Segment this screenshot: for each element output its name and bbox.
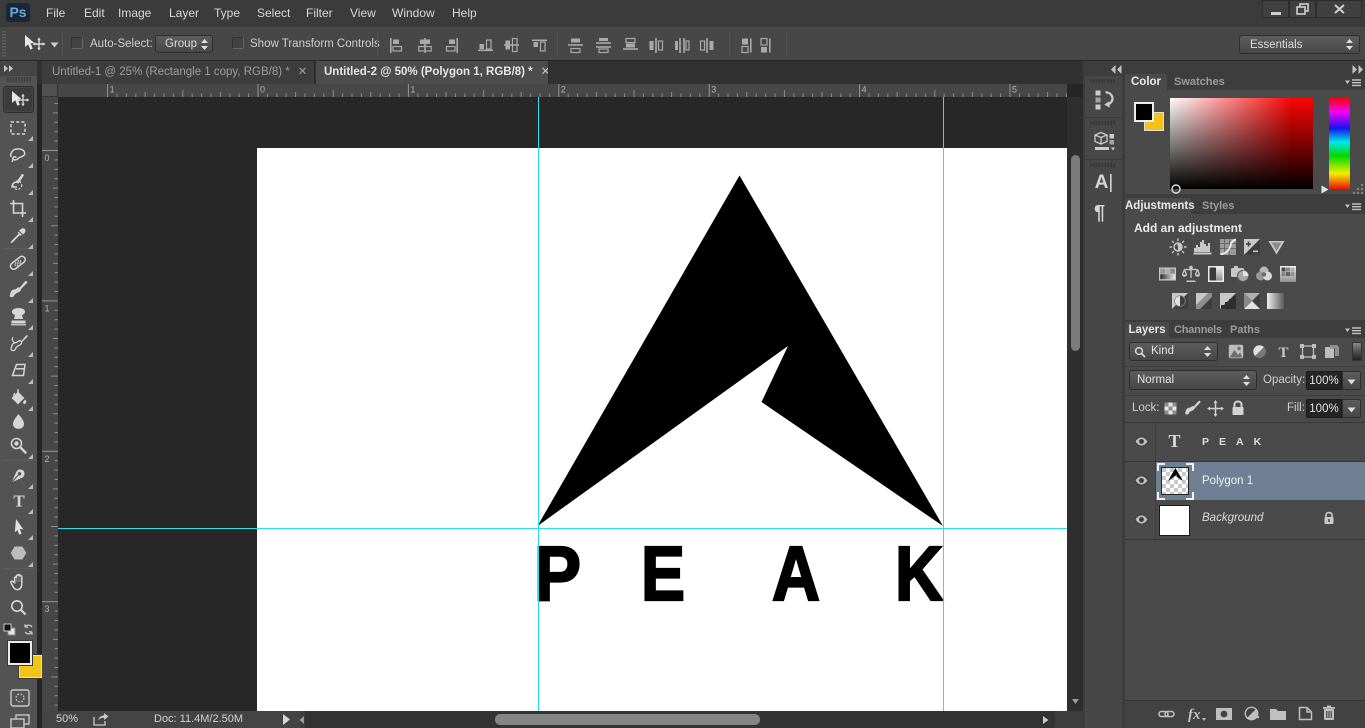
- svg-text:2: 2: [561, 85, 566, 95]
- svg-text:0: 0: [45, 153, 50, 163]
- svg-text:3: 3: [45, 604, 50, 614]
- svg-text:1: 1: [110, 85, 115, 95]
- svg-text:4: 4: [862, 85, 867, 95]
- svg-text:A: A: [772, 531, 820, 617]
- svg-text:0: 0: [260, 85, 265, 95]
- svg-text:1: 1: [45, 303, 50, 313]
- svg-text:3: 3: [711, 85, 716, 95]
- svg-text:T: T: [13, 492, 25, 511]
- svg-text:2: 2: [45, 454, 50, 464]
- svg-text:1: 1: [410, 85, 415, 95]
- svg-text:E: E: [641, 531, 685, 617]
- svg-text:T: T: [1278, 345, 1288, 359]
- svg-text:fx: fx: [1188, 707, 1201, 722]
- svg-text:5: 5: [1012, 85, 1017, 95]
- svg-text:P: P: [534, 531, 581, 617]
- svg-text:K: K: [895, 531, 943, 617]
